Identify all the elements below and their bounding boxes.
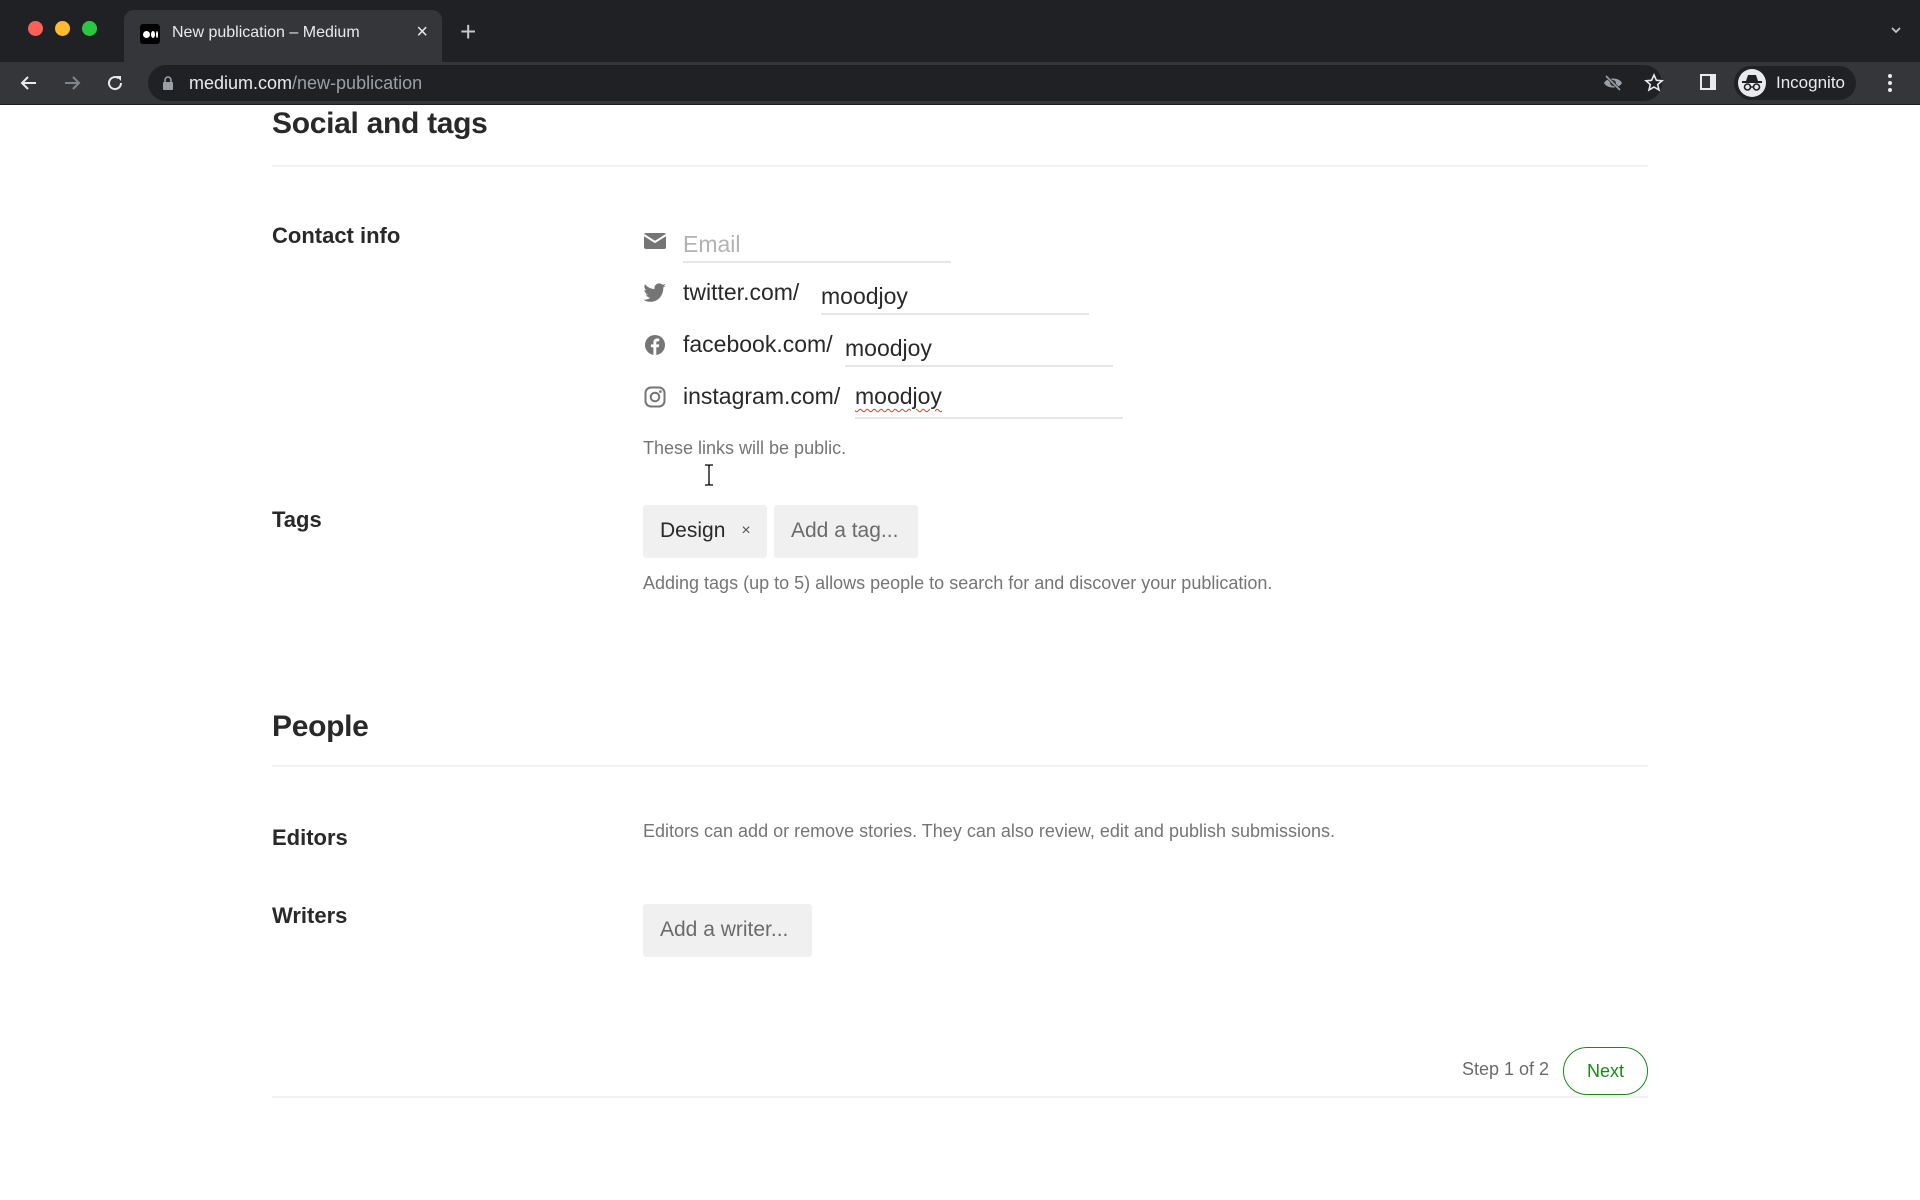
tab-title: New publication – Medium xyxy=(172,24,360,41)
tags-label: Tags xyxy=(272,507,322,532)
tracking-protection-button[interactable] xyxy=(1602,72,1624,94)
reload-icon xyxy=(108,76,123,91)
twitter-icon xyxy=(643,281,667,305)
window-maximize-button[interactable] xyxy=(82,21,97,36)
writers-label: Writers xyxy=(272,903,348,928)
mail-icon xyxy=(643,229,667,253)
twitter-field-row: twitter.com/ xyxy=(643,277,1093,317)
contact-info-label: Contact info xyxy=(272,223,401,248)
instagram-icon xyxy=(643,385,667,409)
email-input[interactable] xyxy=(683,225,951,263)
add-tag-input[interactable]: Add a tag... xyxy=(774,505,918,557)
instagram-prefix: instagram.com/ xyxy=(683,383,841,409)
page-content: Social and tags Contact info twitter.com… xyxy=(0,105,1920,1200)
tab-close-icon[interactable]: × xyxy=(416,22,428,42)
window-minimize-button[interactable] xyxy=(55,21,70,36)
medium-logo-icon xyxy=(140,24,160,44)
browser-tab-active[interactable]: New publication – Medium × xyxy=(124,10,442,62)
editors-description: Editors can add or remove stories. They … xyxy=(643,821,1336,841)
reload-button[interactable] xyxy=(102,70,128,96)
editors-label: Editors xyxy=(272,825,348,850)
forward-arrow-icon xyxy=(65,76,81,90)
back-arrow-icon xyxy=(20,76,36,90)
twitter-prefix: twitter.com/ xyxy=(683,279,800,305)
profile-button[interactable]: Incognito xyxy=(1734,66,1856,100)
instagram-username-value: moodjoy xyxy=(855,383,942,409)
next-button[interactable]: Next xyxy=(1563,1047,1648,1095)
tags-hint: Adding tags (up to 5) allows people to s… xyxy=(643,573,1273,593)
browser-toolbar: medium.com/new-publication Incognito xyxy=(0,62,1920,105)
remove-tag-icon[interactable]: × xyxy=(741,522,750,540)
back-button[interactable] xyxy=(16,70,42,96)
new-tab-button[interactable]: + xyxy=(460,18,476,46)
facebook-username-input[interactable] xyxy=(845,329,1113,367)
instagram-username-input[interactable]: moodjoy xyxy=(855,381,1123,419)
tag-chip-label: Design xyxy=(660,519,726,542)
add-writer-input[interactable]: Add a writer... xyxy=(643,904,812,956)
star-icon xyxy=(1644,73,1664,92)
lock-icon xyxy=(163,76,173,90)
facebook-prefix: facebook.com/ xyxy=(683,331,833,357)
footer-divider xyxy=(272,1096,1648,1098)
section-divider xyxy=(272,165,1648,167)
forward-button[interactable] xyxy=(59,70,85,96)
address-bar[interactable]: medium.com/new-publication xyxy=(148,65,1665,101)
step-indicator: Step 1 of 2 xyxy=(1462,1059,1550,1079)
browser-chrome: New publication – Medium × + medium.com/… xyxy=(0,0,1920,105)
section-title-social: Social and tags xyxy=(272,107,488,140)
window-close-button[interactable] xyxy=(28,21,43,36)
add-tag-placeholder: Add a tag... xyxy=(791,519,899,542)
side-panel-icon[interactable] xyxy=(1698,72,1718,92)
text-cursor-icon xyxy=(705,464,713,486)
section-title-people: People xyxy=(272,710,369,743)
email-field-row xyxy=(643,225,953,265)
instagram-field-row: instagram.com/ moodjoy xyxy=(643,381,1123,421)
contact-hint: These links will be public. xyxy=(643,438,847,458)
section-divider xyxy=(272,765,1648,767)
url-text: medium.com/new-publication xyxy=(189,73,423,93)
add-writer-placeholder: Add a writer... xyxy=(660,918,789,941)
incognito-icon xyxy=(1738,69,1766,97)
tab-strip: New publication – Medium × + xyxy=(0,0,1920,62)
eye-off-icon xyxy=(1604,74,1622,92)
profile-label: Incognito xyxy=(1776,73,1845,92)
twitter-username-input[interactable] xyxy=(821,277,1089,315)
kebab-menu-icon[interactable] xyxy=(1880,71,1900,95)
facebook-field-row: facebook.com/ xyxy=(643,329,1113,369)
facebook-icon xyxy=(643,333,667,357)
chevron-down-icon[interactable] xyxy=(1890,24,1902,36)
tag-chip[interactable]: Design × xyxy=(643,505,767,557)
bookmark-button[interactable] xyxy=(1643,72,1665,94)
